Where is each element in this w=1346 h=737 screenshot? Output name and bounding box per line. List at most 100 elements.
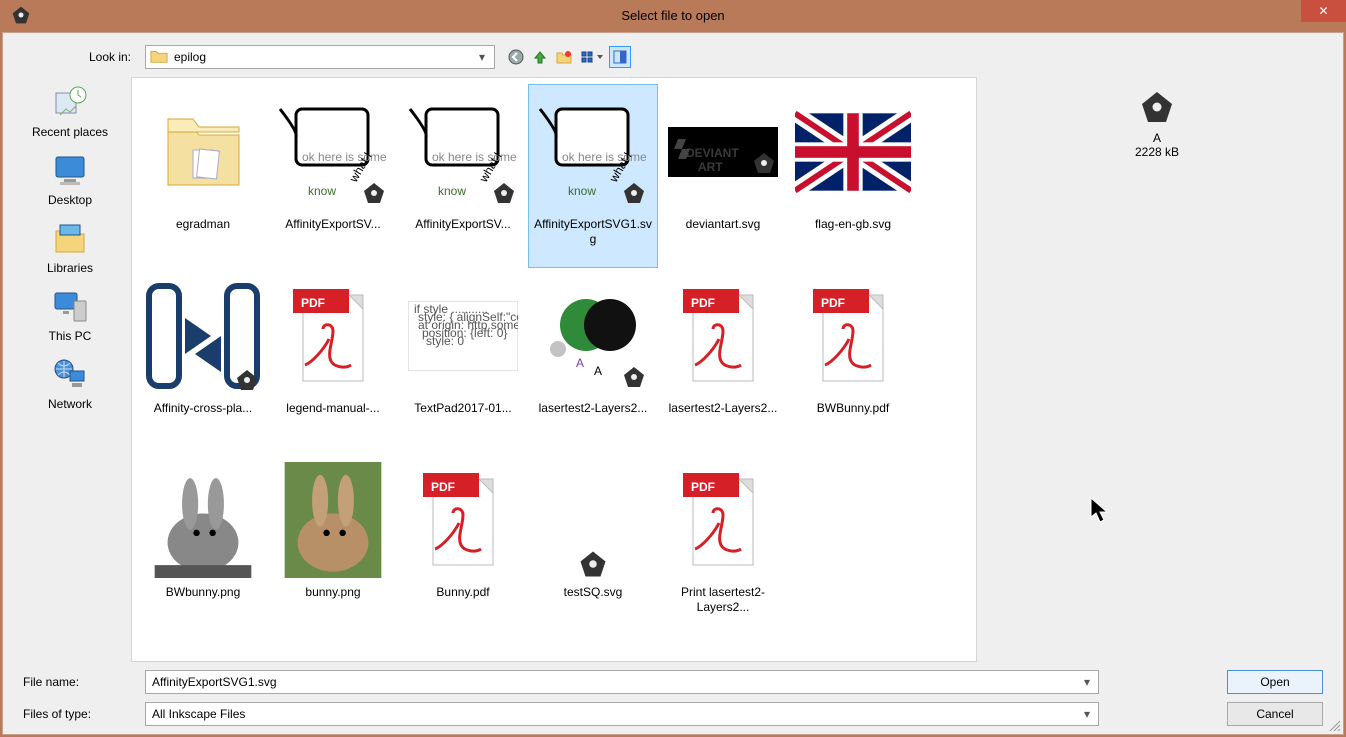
mid-row: Recent places Desktop Libraries This PC … (9, 77, 1337, 662)
cancel-button[interactable]: Cancel (1227, 702, 1323, 726)
libraries-icon (50, 221, 90, 257)
file-label: flag-en-gb.svg (815, 217, 891, 232)
file-grid[interactable]: egradmanok here is some screen textknoww… (131, 77, 977, 662)
desktop-icon (50, 153, 90, 189)
svg-text:A: A (576, 356, 584, 370)
dropdown-icon[interactable]: ▾ (474, 50, 490, 64)
file-item[interactable]: PDFPrint lasertest2-Layers2... (658, 452, 788, 636)
svg-text:A: A (594, 364, 602, 378)
filename-label: File name: (13, 675, 139, 689)
inkscape-icon (1137, 87, 1177, 127)
pdf-thumbnail: PDF (275, 277, 391, 395)
svg-text:DEVIANT: DEVIANT (686, 146, 739, 160)
filename-combo[interactable]: AffinityExportSVG1.svg ▾ (145, 670, 1099, 694)
file-label: AffinityExportSV... (285, 217, 380, 232)
svg-text:ok here is some screen text: ok here is some screen text (432, 150, 518, 164)
svg-text:know: know (568, 184, 596, 198)
lookin-label: Look in: (13, 50, 139, 64)
svg-text:PDF: PDF (431, 480, 455, 494)
sidebar-item-thispc[interactable]: This PC (9, 289, 131, 343)
svg-text:know: know (438, 184, 466, 198)
filetype-combo[interactable]: All Inkscape Files ▾ (145, 702, 1099, 726)
sidebar-item-desktop[interactable]: Desktop (9, 153, 131, 207)
titlebar[interactable]: Select file to open ✕ (0, 0, 1346, 30)
file-label: legend-manual-... (286, 401, 379, 416)
file-item[interactable]: PDFBunny.pdf (398, 452, 528, 636)
svg-text:ok here is some screen text: ok here is some screen text (562, 150, 648, 164)
preview-toggle-button[interactable] (609, 46, 631, 68)
file-item[interactable]: flag-en-gb.svg (788, 84, 918, 268)
new-folder-button[interactable] (553, 46, 575, 68)
file-label: Print lasertest2-Layers2... (661, 585, 785, 615)
file-item[interactable]: PDF legend-manual-... (268, 268, 398, 452)
file-item[interactable]: bunny.png (268, 452, 398, 636)
file-item[interactable]: if style ...........style: { alignSelf:"… (398, 268, 528, 452)
sidebar-item-libraries[interactable]: Libraries (9, 221, 131, 275)
filetype-label: Files of type: (13, 707, 139, 721)
pdf-thumbnail: PDF (665, 277, 781, 395)
dropdown-icon[interactable]: ▾ (1078, 673, 1096, 691)
deviantart-thumbnail: DEVIANTART (665, 93, 781, 211)
file-label: testSQ.svg (564, 585, 623, 600)
sidebar-item-label: Libraries (47, 261, 93, 275)
file-label: BWbunny.png (166, 585, 241, 600)
svg-text:ART: ART (698, 160, 723, 174)
this-pc-icon (50, 289, 90, 325)
file-label: TextPad2017-01... (414, 401, 511, 416)
file-item[interactable]: testSQ.svg (528, 452, 658, 636)
cancel-button-label: Cancel (1256, 707, 1293, 721)
file-item[interactable]: ok here is some screen textknowwhat IAff… (398, 84, 528, 268)
file-item[interactable]: AAlasertest2-Layers2... (528, 268, 658, 452)
svg-know-thumbnail: ok here is some screen textknowwhat I (535, 93, 651, 211)
filetype-row: Files of type: All Inkscape Files ▾ Canc… (13, 702, 1333, 726)
svg-text:know: know (308, 184, 336, 198)
cross-platform-thumbnail (145, 277, 261, 395)
file-label: egradman (176, 217, 230, 232)
folder-thumbnail (145, 93, 261, 211)
network-icon (50, 357, 90, 393)
pdf-thumbnail: PDF (405, 461, 521, 579)
file-item[interactable]: ok here is some screen textknowwhat IAff… (268, 84, 398, 268)
file-item[interactable]: Affinity-cross-pla... (138, 268, 268, 452)
up-button[interactable] (529, 46, 551, 68)
file-item[interactable]: egradman (138, 84, 268, 268)
close-button[interactable]: ✕ (1301, 0, 1346, 22)
file-label: Affinity-cross-pla... (154, 401, 252, 416)
svg-text:ok here is some screen text: ok here is some screen text (302, 150, 388, 164)
file-item[interactable]: PDF lasertest2-Layers2... (658, 268, 788, 452)
back-button[interactable] (505, 46, 527, 68)
dropdown-icon[interactable]: ▾ (1078, 705, 1096, 723)
lookin-value: epilog (174, 50, 474, 64)
filetype-value: All Inkscape Files (152, 707, 245, 721)
resize-grip[interactable] (1328, 719, 1340, 731)
sidebar-item-recent[interactable]: Recent places (9, 85, 131, 139)
file-label: deviantart.svg (686, 217, 761, 232)
view-menu-button[interactable] (577, 46, 607, 68)
svg-text:PDF: PDF (821, 296, 845, 310)
sidebar-item-label: This PC (49, 329, 92, 343)
file-label: lasertest2-Layers2... (539, 401, 648, 416)
folder-icon (150, 48, 168, 66)
close-icon: ✕ (1318, 4, 1328, 18)
recent-places-icon (50, 85, 90, 121)
file-item[interactable]: BWbunny.png (138, 452, 268, 636)
bottom-section: File name: AffinityExportSVG1.svg ▾ Open… (9, 662, 1337, 728)
svg-know-thumbnail: ok here is some screen textknowwhat I (275, 93, 391, 211)
file-label: AffinityExportSVG1.svg (531, 217, 655, 247)
svg-know-thumbnail: ok here is some screen textknowwhat I (405, 93, 521, 211)
lookin-combo[interactable]: epilog ▾ (145, 45, 495, 69)
file-label: bunny.png (305, 585, 360, 600)
open-button[interactable]: Open (1227, 670, 1323, 694)
preview-pane: A 2228 kB (977, 77, 1337, 662)
file-label: AffinityExportSV... (415, 217, 510, 232)
file-label: lasertest2-Layers2... (669, 401, 778, 416)
nav-toolbar (505, 46, 631, 68)
svg-text:PDF: PDF (301, 296, 325, 310)
file-item[interactable]: PDF BWBunny.pdf (788, 268, 918, 452)
sidebar-item-network[interactable]: Network (9, 357, 131, 411)
preview-filename: A (1153, 131, 1161, 145)
file-item[interactable]: ok here is some screen textknowwhat IAff… (528, 84, 658, 268)
places-sidebar: Recent places Desktop Libraries This PC … (9, 77, 131, 662)
file-item[interactable]: DEVIANTART deviantart.svg (658, 84, 788, 268)
file-label: BWBunny.pdf (817, 401, 889, 416)
